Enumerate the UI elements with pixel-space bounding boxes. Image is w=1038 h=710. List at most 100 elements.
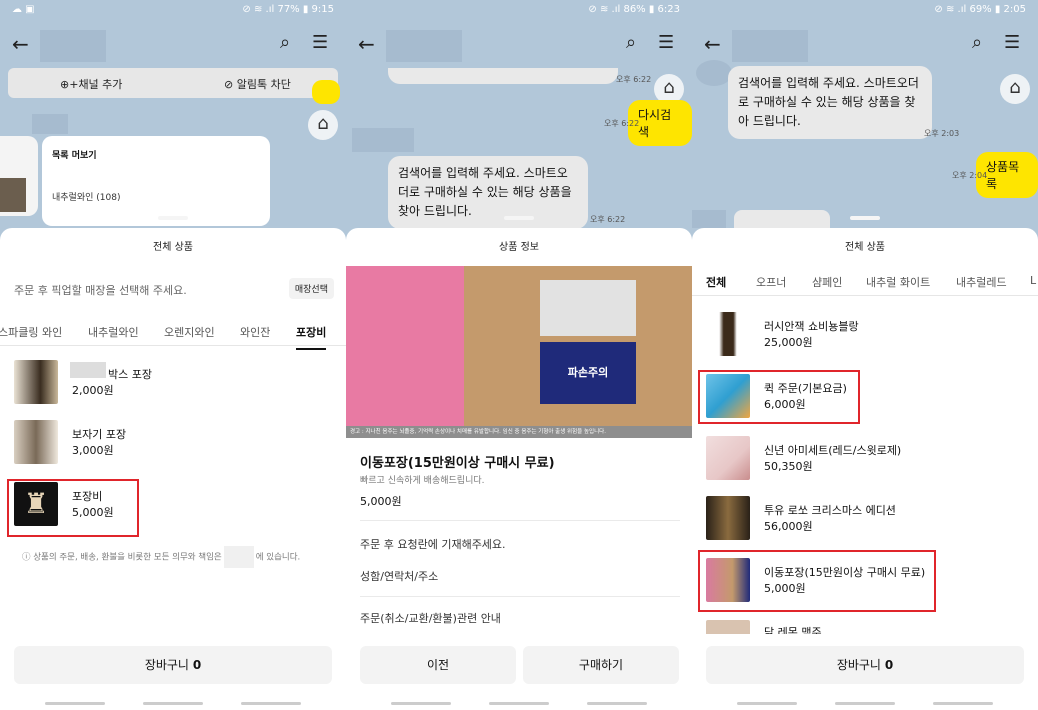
prev-button[interactable]: 이전: [360, 646, 516, 684]
tab-natural[interactable]: 내추럴와인: [88, 324, 139, 340]
chat-top-bar: ← ⌕ ☰: [692, 22, 1038, 66]
menu-icon[interactable]: ☰: [1004, 32, 1020, 53]
sender-redacted: [352, 128, 414, 152]
status-bar: ☁ ▣ ⊘ ≋ .ıl 77% ▮ 9:15: [0, 0, 346, 22]
item-price: 2,000원: [72, 384, 114, 397]
list-item[interactable]: 신년 아미세트(레드/스윗로제) 50,350원: [706, 436, 1026, 486]
panel-all-products: ⊘ ≋ .ıl 69% ▮ 2:05 ← ⌕ ☰ 검색어를 입력해 주세요. 스…: [692, 0, 1038, 710]
list-item[interactable]: 러시안잭 쇼비뇽블랑 25,000원: [706, 312, 1026, 362]
nav-gesture-bar: [346, 698, 692, 710]
menu-icon[interactable]: ☰: [312, 32, 328, 53]
product-title: 이동포장(15만원이상 구매시 무료): [360, 456, 555, 471]
add-channel-button[interactable]: ⊕+채널 추가: [60, 76, 122, 92]
list-item[interactable]: 닭 레몬 맥주: [706, 620, 1026, 634]
tab-glass[interactable]: 와인잔: [240, 324, 270, 340]
nav-gesture-bar: [692, 698, 1038, 710]
channel-action-bar: ⊕+채널 추가 ⊘ 알림톡 차단: [8, 68, 338, 98]
wine-thumbnail: [0, 178, 26, 212]
menu-icon[interactable]: ☰: [658, 32, 674, 53]
sheet-handle[interactable]: [504, 216, 534, 220]
highlight-box: [7, 479, 139, 537]
cart-button[interactable]: 장바구니 0: [14, 646, 332, 684]
chat-card-item: 내추럴와인 (108): [52, 193, 121, 203]
option-row: 성함/연락처/주소: [360, 570, 439, 583]
home-icon[interactable]: ⌂: [308, 110, 338, 140]
item-name: 투유 로쏘 크리스마스 에디션: [764, 504, 896, 517]
item-price: 3,000원: [72, 444, 114, 457]
option-row: 주문 후 요청란에 기재해주세요.: [360, 538, 506, 551]
item-name: 닭 레몬 맥주: [764, 626, 822, 634]
chat-card[interactable]: 목록 머보기 내추럴와인 (108): [42, 136, 270, 226]
item-name: 신년 아미세트(레드/스윗로제): [764, 444, 902, 457]
item-name: 박스 포장: [108, 368, 152, 381]
message-time: 오후 6:22: [590, 215, 626, 224]
tab-opener[interactable]: 오프너: [756, 274, 786, 290]
sheet-title: 상품 정보: [499, 242, 539, 253]
seller-notice: ⓘ 상품의 주문, 배송, 환불을 비롯한 모든 의무와 책임은 에 있습니다.: [22, 546, 300, 568]
item-thumbnail: [14, 420, 58, 464]
list-item[interactable]: 보자기 포장 3,000원: [14, 420, 334, 470]
message-time: 오후 2:04: [952, 171, 988, 180]
home-icon[interactable]: ⌂: [1000, 74, 1030, 104]
chat-card-partial: [734, 210, 830, 228]
chat-card-title: 목록 머보기: [52, 151, 97, 161]
tab-champagne[interactable]: 샴페인: [812, 274, 842, 290]
panel-packaging-list: ☁ ▣ ⊘ ≋ .ıl 77% ▮ 9:15 ← ⌕ ☰ ⊕+채널 추가 ⊘ 알…: [0, 0, 346, 710]
option-row[interactable]: 주문(취소/교환/환불)관련 안내: [360, 610, 680, 626]
product-image: 파손주의 경고 : 지나친 음주는 뇌졸중, 기억력 손상이나 치매를 유발합니…: [346, 266, 692, 438]
sheet-handle[interactable]: [158, 216, 188, 220]
tab-packaging[interactable]: 포장비: [296, 324, 327, 350]
alcohol-warning: 경고 : 지나친 음주는 뇌졸중, 기억력 손상이나 치매를 유발합니다. 임신…: [346, 426, 692, 438]
tab-natural-red[interactable]: 내추럴레드: [956, 274, 1007, 290]
message-time: 오후 2:03: [924, 129, 960, 138]
tab-more[interactable]: L: [1030, 274, 1036, 287]
product-price: 5,000원: [360, 495, 402, 508]
list-item[interactable]: 투유 로쏘 크리스마스 에디션 56,000원: [706, 496, 1026, 546]
item-name: 러시안잭 쇼비뇽블랑: [764, 320, 859, 333]
nav-gesture-bar: [0, 698, 346, 710]
buy-button[interactable]: 구매하기: [523, 646, 679, 684]
back-arrow-icon[interactable]: ←: [12, 32, 29, 56]
block-alert-button[interactable]: ⊘ 알림톡 차단: [224, 76, 291, 92]
search-icon[interactable]: ⌕: [972, 32, 982, 53]
sheet-handle[interactable]: [850, 216, 880, 220]
chat-title-redacted: [732, 30, 808, 62]
select-store-button[interactable]: 매장선택: [288, 278, 334, 299]
item-price: 50,350원: [764, 460, 813, 473]
chat-message: 검색어를 입력해 주세요. 스마트오더로 구매하실 수 있는 해당 상품을 찾아…: [388, 156, 588, 229]
message-time: 오후 6:22: [604, 119, 640, 128]
status-bar: ⊘ ≋ .ıl 86% ▮ 6:23: [346, 0, 692, 22]
sender-redacted: [32, 114, 68, 134]
tab-sparkling[interactable]: 스파클링 와인: [0, 324, 62, 340]
search-icon[interactable]: ⌕: [626, 32, 636, 53]
tab-orange[interactable]: 오렌지와인: [164, 324, 215, 340]
chat-top-bar: ← ⌕ ☰: [346, 22, 692, 66]
status-left: ☁ ▣: [12, 4, 35, 15]
cart-count: 0: [884, 658, 894, 672]
list-item[interactable]: 박스 포장 2,000원: [14, 360, 334, 410]
tab-natural-white[interactable]: 내추럴 화이트: [866, 274, 930, 290]
back-arrow-icon[interactable]: ←: [358, 32, 375, 56]
back-arrow-icon[interactable]: ←: [704, 32, 721, 56]
card-left-partial: [0, 136, 38, 216]
info-icon: ⓘ: [22, 552, 34, 563]
block-icon: ⊘: [224, 78, 237, 91]
bottom-sheet: 상품 정보 파손주의 경고 : 지나친 음주는 뇌졸중, 기억력 손상이나 치매…: [346, 228, 692, 698]
yellow-bubble-partial: [312, 80, 340, 104]
cart-count: 0: [192, 658, 202, 672]
screenshot-collage: ☁ ▣ ⊘ ≋ .ıl 77% ▮ 9:15 ← ⌕ ☰ ⊕+채널 추가 ⊘ 알…: [0, 0, 1038, 710]
cart-button[interactable]: 장바구니 0: [706, 646, 1024, 684]
tab-all[interactable]: 전체: [706, 274, 726, 295]
category-tabs: 전체 오프너 샴페인 내추럴 화이트 내추럴레드 L: [692, 268, 1038, 296]
item-name-redacted: [70, 362, 106, 378]
status-bar: ⊘ ≋ .ıl 69% ▮ 2:05: [692, 0, 1038, 22]
sheet-title: 전체 상품: [845, 242, 885, 253]
avatar: [696, 60, 732, 86]
search-icon[interactable]: ⌕: [280, 32, 290, 53]
chat-bubble-partial: [388, 68, 618, 84]
chat-title-redacted: [40, 30, 106, 62]
add-channel-icon: ⊕+: [60, 78, 79, 91]
product-subtitle: 빠르고 신속하게 배송해드립니다.: [360, 476, 485, 486]
item-price: 25,000원: [764, 336, 813, 349]
item-thumbnail: [706, 620, 750, 634]
